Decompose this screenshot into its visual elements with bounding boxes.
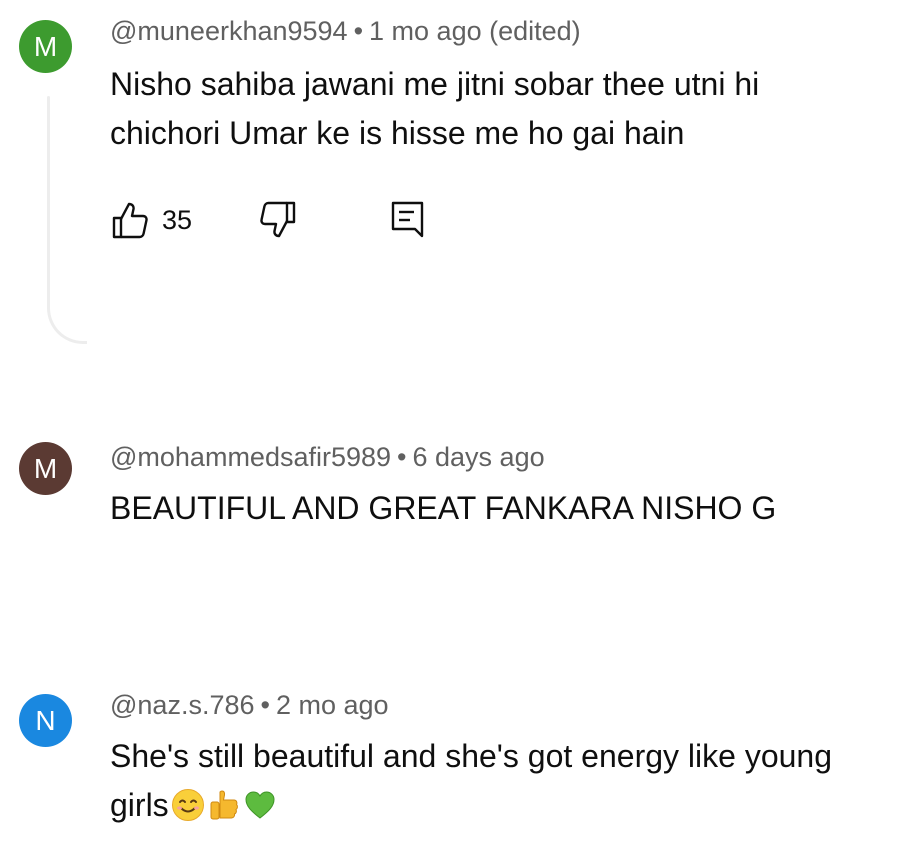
comment-meta: @naz.s.786 • 2 mo ago <box>110 690 389 721</box>
thumbs-up-icon <box>110 200 150 240</box>
meta-separator: • <box>353 16 364 46</box>
comment-text-fragment: girls <box>110 787 169 823</box>
comment-text: She's still beautiful and she's got ener… <box>110 732 900 836</box>
dislike-button[interactable] <box>258 200 298 240</box>
comment-text-line: She's still beautiful and she's got ener… <box>110 738 832 774</box>
comment-time: 2 mo ago <box>275 690 389 720</box>
avatar[interactable]: N <box>19 694 72 747</box>
avatar[interactable]: M <box>19 442 72 495</box>
meta-separator: • <box>397 442 407 472</box>
reply-thread-line <box>47 96 50 301</box>
reply-thread-curve <box>47 296 87 344</box>
avatar[interactable]: M <box>19 20 72 73</box>
comment-time: 1 mo ago (edited) <box>369 16 581 46</box>
comment-author[interactable]: @mohammedsafir5989 <box>110 442 391 472</box>
comment-text-line: chichori Umar ke is hisse me ho gai hain <box>110 115 685 151</box>
reply-icon <box>390 200 426 240</box>
comment-text: BEAUTIFUL AND GREAT FANKARA NISHO G <box>110 484 900 533</box>
smiling-face-emoji <box>171 787 205 836</box>
comment-text-line: BEAUTIFUL AND GREAT FANKARA NISHO G <box>110 490 777 526</box>
avatar-letter: N <box>35 705 56 736</box>
thumbs-down-icon <box>258 200 298 240</box>
like-count: 35 <box>162 204 193 235</box>
avatar-letter: M <box>33 453 58 484</box>
thumbs-up-emoji <box>207 787 241 836</box>
comment-time: 6 days ago <box>412 442 545 472</box>
green-heart-emoji <box>243 787 277 836</box>
avatar-letter: M <box>33 31 58 62</box>
comment-author[interactable]: @muneerkhan9594 <box>110 16 348 46</box>
comment-text-line: girls <box>110 781 900 836</box>
like-button[interactable]: 35 <box>110 200 192 240</box>
comment-text-line: Nisho sahiba jawani me jitni sobar thee … <box>110 66 760 102</box>
reply-button[interactable] <box>390 200 426 240</box>
meta-separator: • <box>260 690 270 720</box>
comment-meta: @mohammedsafir5989 • 6 days ago <box>110 442 545 473</box>
comment-meta: @muneerkhan9594 • 1 mo ago (edited) <box>110 16 581 47</box>
comment-text: Nisho sahiba jawani me jitni sobar thee … <box>110 60 900 158</box>
comment-author[interactable]: @naz.s.786 <box>110 690 255 720</box>
